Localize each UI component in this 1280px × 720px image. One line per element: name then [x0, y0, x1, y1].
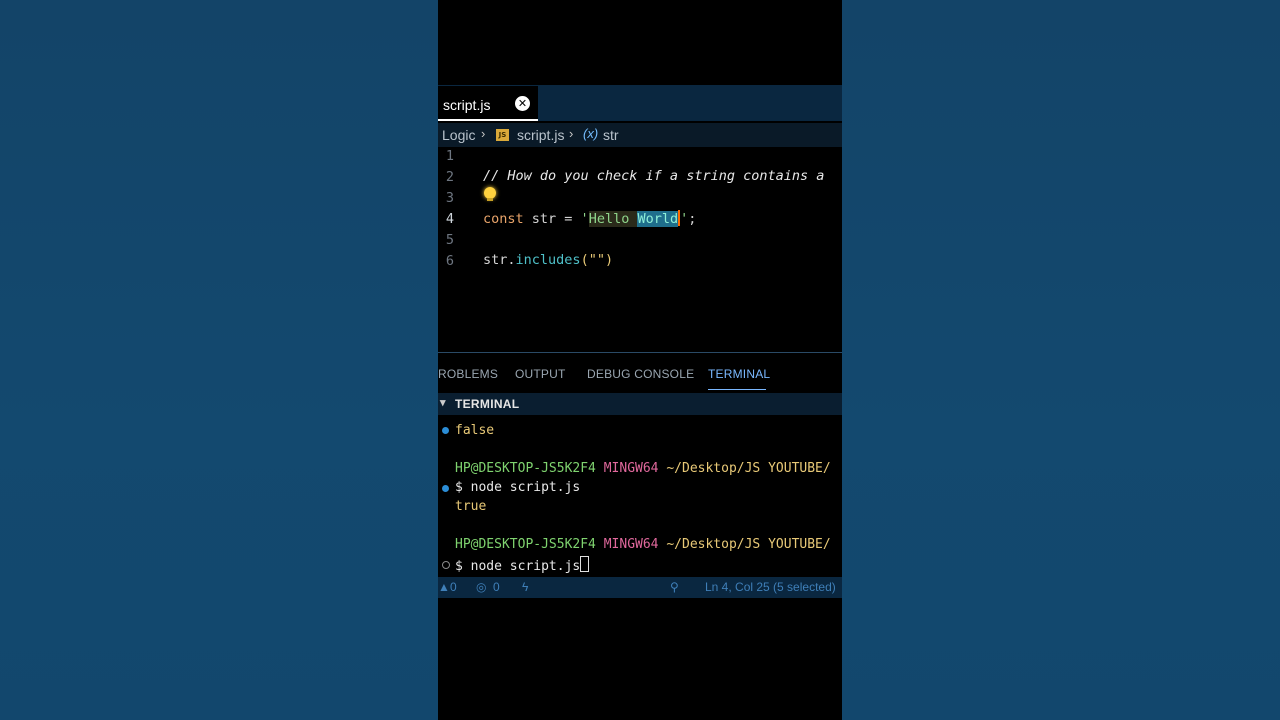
code-dot: . — [507, 252, 516, 268]
prompt-shell: MINGW64 — [603, 537, 659, 552]
string-text: Hello — [588, 211, 630, 227]
prompt-shell: MINGW64 — [603, 461, 659, 476]
background-left — [0, 0, 438, 720]
breadcrumb: Logic › JS script.js › (x) str — [438, 123, 842, 147]
tab-output[interactable]: OUTPUT — [515, 367, 566, 381]
lightning-icon[interactable]: ϟ — [522, 580, 528, 594]
status-bar: ▲ 0 ◎ 0 ϟ ⚲ Ln 4, Col 25 (5 selected) — [438, 577, 842, 598]
line-number: 6 — [445, 253, 454, 269]
line-number-current: 4 — [445, 211, 454, 227]
terminal-command-text: $ node script.js — [455, 559, 581, 574]
broadcast-icon[interactable]: ◎ — [476, 580, 486, 594]
code-text: str = — [523, 211, 581, 227]
command-status-icon[interactable] — [442, 561, 450, 569]
chevron-right-icon: › — [569, 126, 574, 141]
prompt-path: ~/Desktop/JS YOUTUBE/ — [666, 537, 831, 552]
prompt-path: ~/Desktop/JS YOUTUBE/ — [666, 461, 831, 476]
terminal-section-header[interactable]: ▾ TERMINAL — [438, 393, 842, 415]
panel-tab-bar: ROBLEMS OUTPUT DEBUG CONSOLE TERMINAL — [438, 353, 842, 393]
prompt-user: HP@DESKTOP-JS5K2F4 — [455, 461, 596, 476]
terminal-output: false — [455, 423, 495, 438]
code-comment: // How do you check if a string contains… — [483, 168, 825, 184]
chevron-right-icon: › — [481, 126, 486, 141]
terminal-output: true — [455, 499, 487, 514]
tab-problems[interactable]: ROBLEMS — [438, 367, 498, 381]
command-status-icon[interactable] — [442, 485, 449, 492]
tab-script-js[interactable]: script.js ✕ — [438, 85, 538, 121]
chevron-down-icon: ▾ — [440, 397, 446, 409]
command-status-icon[interactable] — [442, 427, 449, 434]
background-right — [842, 0, 1280, 720]
errors-count[interactable]: 0 — [450, 580, 457, 594]
breadcrumb-file[interactable]: script.js — [517, 127, 564, 143]
terminal[interactable]: false HP@DESKTOP-JS5K2F4 MINGW64 ~/Deskt… — [438, 415, 842, 577]
prompt-user: HP@DESKTOP-JS5K2F4 — [455, 537, 596, 552]
tab-terminal[interactable]: TERMINAL — [708, 367, 770, 381]
active-panel-tab-indicator — [708, 389, 766, 390]
search-icon[interactable]: ⚲ — [670, 580, 679, 594]
line-number: 2 — [445, 169, 454, 185]
breadcrumb-folder[interactable]: Logic — [442, 127, 475, 143]
code-method: includes — [515, 252, 581, 268]
string-quote: ' — [580, 211, 589, 227]
editor-tab-bar: script.js ✕ — [438, 85, 842, 121]
terminal-prompt: HP@DESKTOP-JS5K2F4 MINGW64 ~/Desktop/JS … — [455, 461, 831, 476]
tab-label: script.js — [443, 97, 491, 113]
ports-count[interactable]: 0 — [493, 580, 500, 594]
variable-icon: (x) — [583, 126, 599, 141]
terminal-command: $ node script.js — [455, 556, 590, 574]
terminal-command: $ node script.js — [455, 480, 581, 495]
javascript-file-icon: JS — [496, 129, 509, 141]
selected-text: World — [637, 211, 679, 227]
code-object: str — [483, 252, 508, 268]
keyword-const: const — [483, 211, 524, 227]
lightbulb-base — [487, 198, 493, 201]
close-icon[interactable]: ✕ — [515, 96, 530, 111]
tab-debug-console[interactable]: DEBUG CONSOLE — [587, 367, 694, 381]
warning-icon[interactable]: ▲ — [438, 580, 450, 594]
code-line-4: const str = 'Hello World '; — [483, 210, 696, 227]
breadcrumb-symbol[interactable]: str — [603, 127, 619, 143]
line-number: 3 — [445, 190, 454, 206]
terminal-section-title: TERMINAL — [455, 397, 520, 411]
line-number: 5 — [445, 232, 454, 248]
cursor-position[interactable]: Ln 4, Col 25 (5 selected) — [705, 580, 836, 594]
terminal-prompt: HP@DESKTOP-JS5K2F4 MINGW64 ~/Desktop/JS … — [455, 537, 831, 552]
line-number: 1 — [445, 148, 454, 164]
terminal-cursor — [580, 556, 590, 572]
vscode-window: script.js ✕ Logic › JS script.js › (x) s… — [438, 0, 842, 720]
active-tab-indicator — [438, 119, 538, 121]
code-semicolon: ; — [688, 211, 697, 227]
code-editor[interactable]: 1 2 3 4 5 6 // How do you check if a str… — [438, 147, 842, 352]
code-args: ("") — [580, 252, 614, 268]
code-line-6: str.includes("") — [483, 252, 613, 268]
